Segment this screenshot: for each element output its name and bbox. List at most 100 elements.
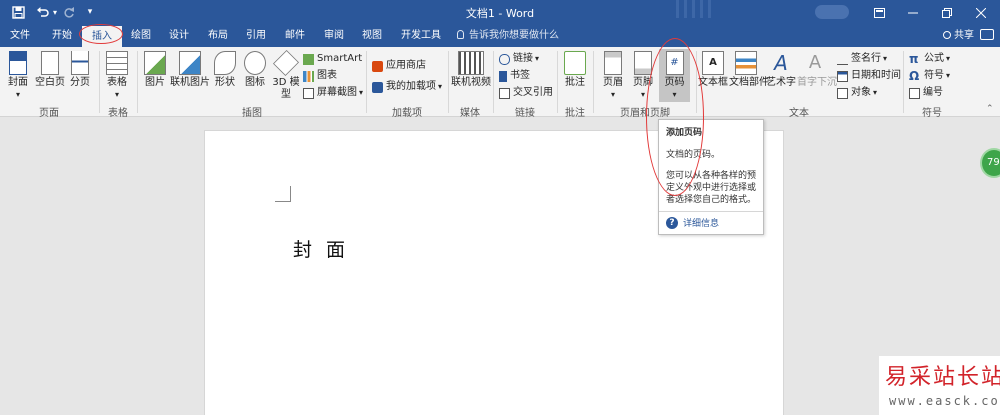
tab-references[interactable]: 引用 <box>241 25 271 47</box>
customize-icon[interactable]: ▾ <box>80 3 100 21</box>
dropdown-arrow-icon: ▾ <box>114 90 119 99</box>
quick-parts-button[interactable]: 文档部件 <box>729 51 769 89</box>
link-button[interactable]: 链接 ▾ <box>499 52 539 66</box>
symbol-button[interactable]: Ω 符号 ▾ <box>909 69 950 83</box>
chart-button[interactable]: 图表 <box>303 69 337 83</box>
group-label-addins: 加载项 <box>392 108 422 119</box>
header-label: 页眉 <box>603 77 623 88</box>
drop-cap-button[interactable]: A 首字下沉 <box>797 51 837 89</box>
smartart-icon <box>303 53 314 65</box>
my-addins-button[interactable]: 我的加载项 ▾ <box>372 80 442 94</box>
group-label-illustrations: 插图 <box>242 108 262 119</box>
tell-me-more-link[interactable]: ? 详细信息 <box>666 216 719 229</box>
help-icon: ? <box>666 216 678 229</box>
tab-mailings[interactable]: 邮件 <box>280 25 310 47</box>
save-icon[interactable] <box>8 3 28 21</box>
icons-label: 图标 <box>245 77 265 88</box>
ribbon-tab-bar: 文件 开始 插入 绘图 设计 布局 引用 邮件 审阅 视图 开发工具 告诉我你想… <box>0 25 1000 47</box>
chart-label: 图表 <box>317 70 337 81</box>
dropdown-arrow-icon: ▾ <box>672 90 677 99</box>
side-badge[interactable]: 79 <box>980 148 1000 178</box>
tell-me-box[interactable]: 告诉我你想要做什么 <box>457 25 559 47</box>
tab-review[interactable]: 审阅 <box>319 25 349 47</box>
title-decoration <box>692 0 695 18</box>
equation-label: 公式 <box>924 53 944 64</box>
wordart-button[interactable]: A 艺术字 <box>766 51 796 89</box>
screenshot-button[interactable]: 屏幕截图 ▾ <box>303 86 363 100</box>
picture-button[interactable]: 图片 <box>141 51 169 89</box>
store-icon <box>372 60 383 72</box>
window-title: 文档1 - Word <box>465 7 535 20</box>
title-decoration <box>700 0 703 18</box>
smartart-button[interactable]: SmartArt <box>303 52 362 66</box>
page-number-button[interactable]: # 页码 ▾ <box>659 49 690 102</box>
redo-icon[interactable] <box>60 3 76 21</box>
collapse-ribbon-icon[interactable]: ⌃ <box>986 104 994 114</box>
watermark: 易采站长站 www.easck.com <box>879 356 1000 415</box>
tab-view[interactable]: 视图 <box>357 25 387 47</box>
quick-parts-icon <box>735 51 757 75</box>
tab-insert[interactable]: 插入 <box>82 26 122 47</box>
cover-heading[interactable]: 封面 <box>293 235 359 262</box>
drop-cap-icon: A <box>808 52 822 73</box>
restore-button[interactable] <box>930 0 964 25</box>
watermark-cn: 易采站长站 <box>885 365 1000 390</box>
page-break-button[interactable]: 分页 <box>67 51 93 89</box>
number-button[interactable]: 编号 <box>909 86 943 100</box>
dropdown-arrow-icon: ▾ <box>610 90 615 99</box>
title-bar: ▾ ▾ 文档1 - Word <box>0 0 1000 25</box>
icons-button[interactable]: 图标 <box>242 51 268 89</box>
group-label-comments: 批注 <box>565 108 585 119</box>
store-button[interactable]: 应用商店 <box>372 59 426 73</box>
minimize-button[interactable] <box>896 0 930 25</box>
online-video-button[interactable]: 联机视频 <box>451 51 491 89</box>
page-number-icon: # <box>665 51 684 75</box>
table-button[interactable]: 表格 ▾ <box>103 51 131 101</box>
header-button[interactable]: 页眉 ▾ <box>599 51 627 101</box>
blank-page-icon <box>41 51 59 75</box>
comment-icon[interactable] <box>980 29 994 40</box>
online-picture-button[interactable]: 联机图片 <box>170 51 210 89</box>
store-label: 应用商店 <box>386 60 426 71</box>
picture-label: 图片 <box>145 77 165 88</box>
tab-design[interactable]: 设计 <box>164 25 194 47</box>
cover-page-button[interactable]: 封面 ▾ <box>4 51 32 101</box>
footer-button[interactable]: 页脚 ▾ <box>629 51 657 101</box>
chart-icon <box>303 70 314 82</box>
shapes-button[interactable]: 形状 <box>212 51 238 89</box>
tab-developer[interactable]: 开发工具 <box>397 25 445 47</box>
textbox-button[interactable]: A 文本框 <box>698 51 728 89</box>
link-label: 链接 <box>513 53 533 64</box>
signature-line-button[interactable]: 签名行 ▾ <box>837 52 887 66</box>
watermark-url: www.easck.com <box>889 394 1000 408</box>
ribbon-display-button[interactable] <box>862 0 896 25</box>
close-icon <box>976 7 986 18</box>
dropdown-arrow-icon: ▾ <box>873 88 878 97</box>
3d-model-button[interactable]: 3D 模 型 <box>271 49 301 101</box>
undo-icon[interactable] <box>34 3 50 21</box>
3d-model-label-b: 型 <box>281 89 291 100</box>
header-icon <box>604 51 622 75</box>
comment-button[interactable]: 批注 <box>561 51 589 89</box>
tab-layout[interactable]: 布局 <box>203 25 233 47</box>
tooltip-description: 您可以从各种各样的预定义外观中进行选择或者选择您自己的格式。 <box>666 171 757 205</box>
equation-button[interactable]: π 公式 ▾ <box>909 52 950 66</box>
tab-file[interactable]: 文件 <box>6 25 34 47</box>
dropdown-arrow-icon: ▾ <box>359 88 364 97</box>
tab-home[interactable]: 开始 <box>47 25 77 47</box>
close-button[interactable] <box>964 0 998 25</box>
blank-page-button[interactable]: 空白页 <box>34 51 66 89</box>
cross-reference-button[interactable]: 交叉引用 <box>499 86 553 100</box>
group-label-text: 文本 <box>789 108 809 119</box>
tab-draw[interactable]: 绘图 <box>126 25 156 47</box>
page-break-icon <box>71 51 89 75</box>
title-decoration <box>676 0 679 18</box>
share-button[interactable]: 共享 <box>943 25 974 47</box>
new-comment-icon <box>564 51 586 75</box>
object-label: 对象 <box>851 87 871 98</box>
bookmark-button[interactable]: 书签 <box>499 69 530 83</box>
date-time-button[interactable]: 日期和时间 <box>837 69 901 83</box>
user-avatar[interactable] <box>815 5 849 19</box>
undo-dropdown-icon[interactable]: ▾ <box>50 3 60 21</box>
object-button[interactable]: 对象 ▾ <box>837 86 877 100</box>
